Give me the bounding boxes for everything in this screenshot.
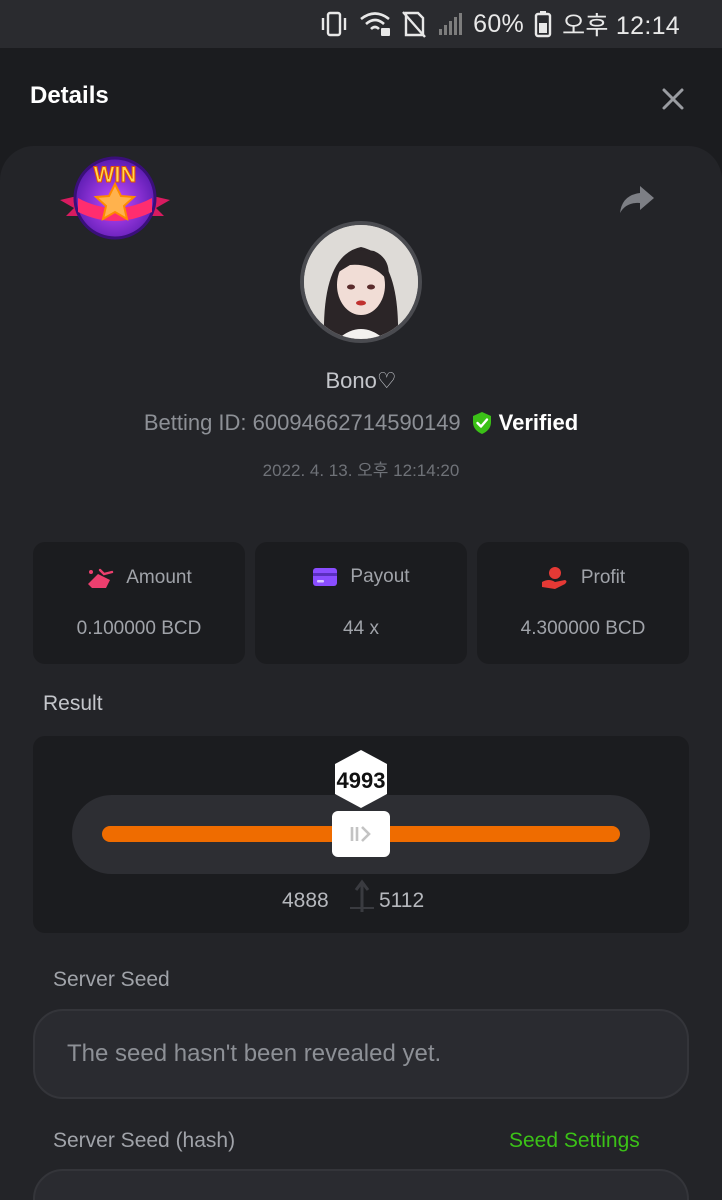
server-seed-hash-field[interactable]	[33, 1169, 689, 1200]
amount-value: 0.100000 BCD	[76, 618, 202, 639]
status-bar: 60% 오후 12:14	[0, 0, 722, 48]
betting-row: Betting ID: 60094662714590149 Verified	[0, 410, 722, 436]
close-icon[interactable]	[660, 86, 686, 112]
slider-grip-icon	[350, 826, 371, 842]
avatar-image	[304, 225, 418, 339]
page-title: Details	[30, 82, 109, 109]
stat-payout: Payout 44 x	[255, 542, 467, 664]
profit-value: 4.300000 BCD	[520, 618, 646, 639]
payout-value: 44 x	[343, 618, 379, 639]
stat-profit: Profit 4.300000 BCD	[477, 542, 689, 664]
range-low: 4888	[282, 889, 329, 912]
server-seed-label: Server Seed	[53, 968, 170, 991]
win-badge-text: WIN	[94, 162, 137, 187]
result-slider-handle[interactable]	[332, 811, 390, 857]
server-seed-hash-label: Server Seed (hash)	[53, 1129, 236, 1152]
battery-percent: 60%	[473, 9, 525, 38]
betting-id: Betting ID: 60094662714590149	[143, 410, 461, 435]
stat-amount: Amount 0.100000 BCD	[33, 542, 245, 664]
amount-label: Amount	[126, 567, 192, 588]
timestamp: 2022. 4. 13. 오후 12:14:20	[262, 461, 460, 480]
clock: 오후 12:14	[562, 12, 680, 40]
profit-label: Profit	[580, 567, 626, 588]
signal-icon	[439, 13, 463, 35]
share-icon[interactable]	[618, 182, 656, 216]
shield-check-icon	[472, 412, 491, 434]
arrow-up-icon	[350, 879, 374, 912]
payout-icon	[313, 568, 338, 586]
seed-settings-link[interactable]: Seed Settings	[509, 1129, 640, 1153]
avatar	[300, 221, 422, 343]
win-badge-icon: WIN	[60, 156, 170, 240]
header: Details	[0, 48, 722, 146]
username: Bono♡	[325, 368, 397, 393]
result-label: Result	[43, 692, 103, 715]
server-seed-value: The seed hasn't been revealed yet.	[67, 1040, 442, 1067]
amount-icon	[88, 568, 114, 588]
verified-badge: Verified	[471, 410, 578, 436]
wifi-icon	[360, 12, 391, 36]
vibrate-icon	[321, 11, 347, 37]
verified-label: Verified	[498, 410, 579, 435]
payout-label: Payout	[350, 566, 410, 587]
range-high: 5112	[379, 889, 425, 912]
no-sim-icon	[402, 11, 427, 38]
battery-icon	[534, 11, 552, 38]
profit-icon	[541, 567, 567, 589]
result-value: 4993	[336, 768, 386, 793]
